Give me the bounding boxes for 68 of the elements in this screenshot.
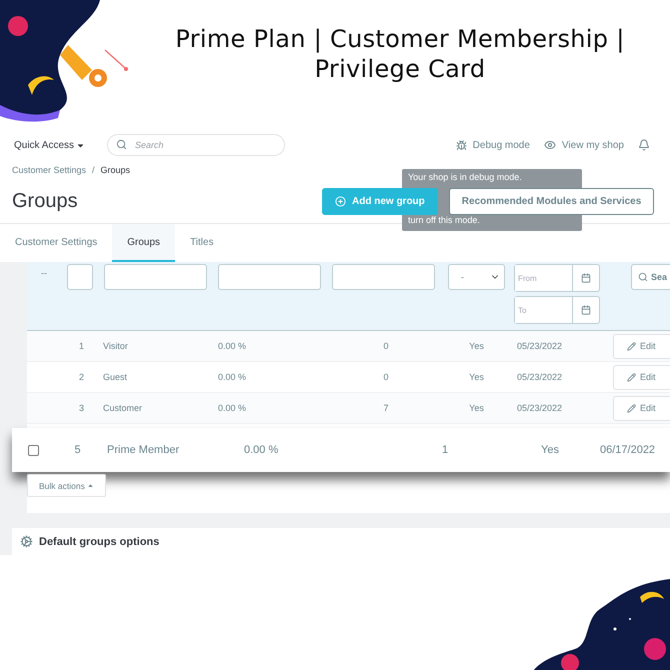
breadcrumb-current: Groups	[100, 165, 130, 177]
reduction-filter-field[interactable]	[218, 264, 321, 290]
row-checkbox[interactable]	[28, 444, 39, 456]
table-cell-text: 05/23/2022	[516, 372, 564, 382]
quick-access-menu[interactable]: Quick Access	[14, 140, 86, 150]
name-filter-field[interactable]	[104, 264, 207, 290]
eye-icon	[544, 139, 556, 151]
pencil-icon	[627, 404, 636, 412]
caret-icon	[86, 482, 94, 489]
recommended-button[interactable]: Recommended Modules and Services	[448, 188, 654, 214]
add-button[interactable]: Add new group	[322, 188, 438, 214]
date-to-field[interactable]: To	[514, 296, 600, 324]
table-cell-text: 1	[440, 444, 450, 456]
tab[interactable]: Customer Settings	[0, 224, 112, 262]
bulk-marker: --	[40, 267, 48, 278]
bell-icon[interactable]	[638, 139, 650, 151]
page-heading: Prime Plan | Customer Membership | Privilege Card	[174, 24, 626, 84]
table-cell-text: Customer	[102, 403, 144, 413]
table-cell-text: 0.00 %	[217, 341, 248, 351]
table-cell-text: 05/23/2022	[516, 341, 564, 351]
members-filter-field[interactable]	[332, 264, 435, 290]
bulk-actions-button[interactable]: Bulk actions	[27, 474, 106, 497]
search-field[interactable]: Search	[107, 134, 286, 156]
pencil-icon	[627, 372, 636, 382]
table-cell-text: 05/23/2022	[516, 403, 564, 413]
table-cell-text: 0	[382, 341, 390, 351]
pencil-icon	[627, 342, 636, 350]
search-icon	[638, 272, 648, 282]
page-title: Groups	[12, 190, 79, 212]
table-cell-text: 2	[78, 372, 85, 382]
table-cell-text: 3	[78, 403, 85, 413]
search-icon	[116, 139, 128, 150]
plus-icon	[335, 196, 346, 206]
table-cell-text: 0.00 %	[217, 403, 248, 413]
tab[interactable]: Titles	[175, 224, 229, 262]
table-cell-text: 06/17/2022	[600, 444, 656, 456]
gears-icon	[20, 535, 33, 548]
table-cell-text: 1	[78, 341, 85, 351]
table-cell-text: Guest	[102, 372, 128, 382]
calendar-icon	[581, 305, 591, 315]
filter-button[interactable]: Sea	[631, 264, 670, 290]
tab[interactable]: Groups	[112, 224, 176, 262]
show-prices-select[interactable]: -	[448, 264, 505, 290]
tooltip-text: Your shop is in debug mode.	[408, 171, 523, 183]
table-cell-text: Yes	[468, 372, 485, 382]
view-shop-link[interactable]: View my shop	[562, 140, 624, 150]
id-filter-field[interactable]	[67, 264, 93, 290]
panel-title: Default groups options	[39, 536, 160, 548]
table-cell-text: 5	[73, 444, 82, 456]
table-cell-text: Visitor	[102, 341, 129, 351]
table-cell-text: Yes	[540, 444, 560, 456]
bug-icon	[456, 140, 467, 150]
table-cell-text: 0	[382, 372, 390, 382]
breadcrumb-link[interactable]: Customer Settings	[12, 165, 86, 179]
table-cell-text: 0.00 %	[217, 372, 248, 382]
calendar-icon	[581, 273, 591, 283]
table-cell-text: Yes	[468, 403, 485, 413]
table-cell-text: 0.00 %	[243, 444, 280, 456]
breadcrumb-separator: /	[92, 165, 95, 177]
table-cell-text: Prime Member	[106, 444, 180, 456]
date-from-field[interactable]: From	[514, 264, 600, 292]
edit-button[interactable]: Edit	[613, 396, 670, 420]
edit-button[interactable]: Edit	[613, 334, 670, 358]
table-cell-text: 7	[382, 403, 390, 413]
debug-mode-link[interactable]: Debug mode	[472, 140, 530, 150]
edit-button[interactable]: Edit	[613, 364, 670, 390]
tooltip-text: turn off this mode.	[408, 214, 481, 226]
table-cell-text: Yes	[468, 341, 485, 351]
